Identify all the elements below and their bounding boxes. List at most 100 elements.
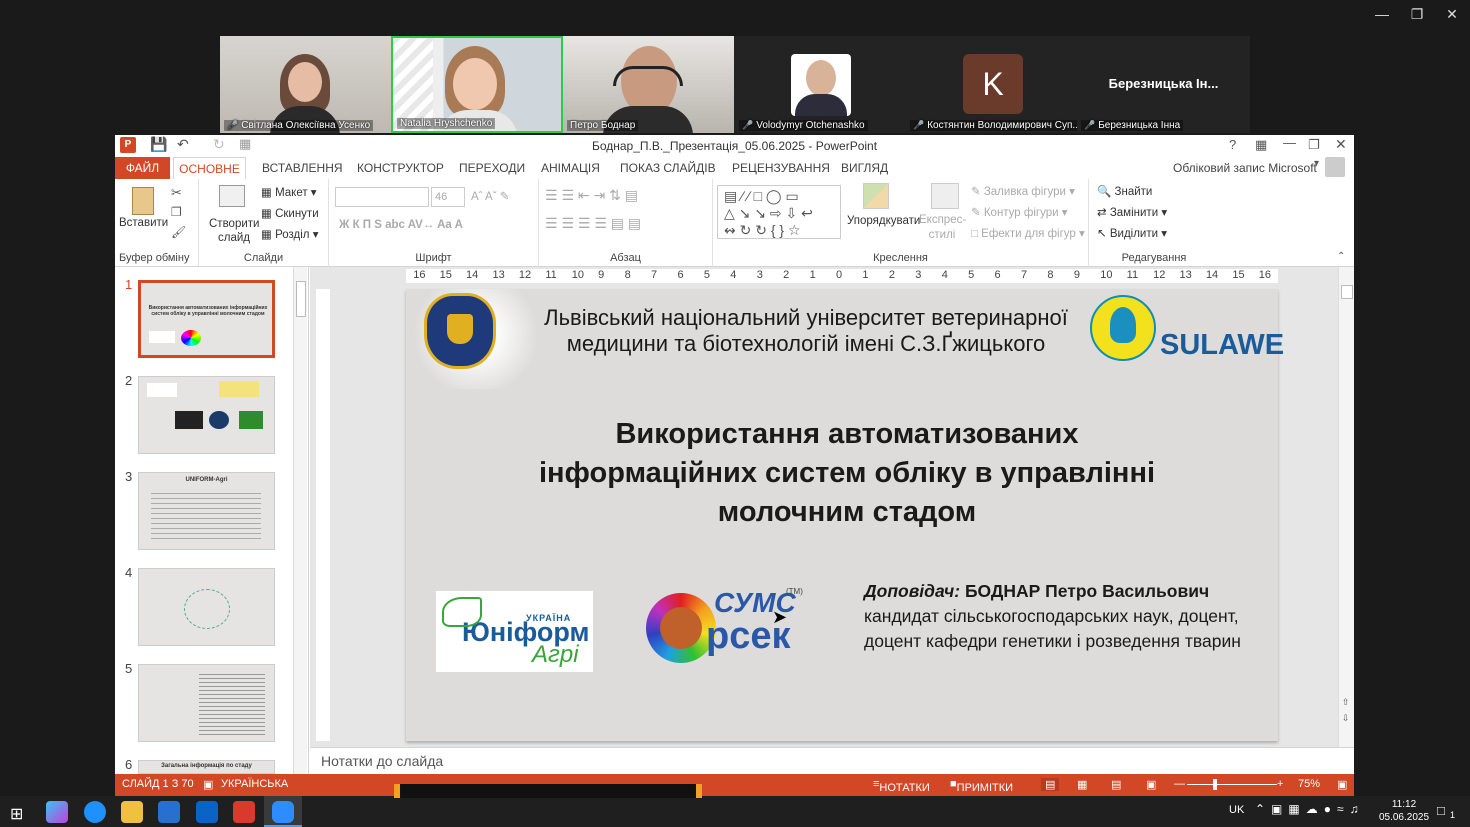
speaker-name: БОДНАР Петро Васильович (964, 581, 1210, 601)
align-buttons[interactable]: ☰ ☰ ☰ ☰ ▤ ▤ (545, 215, 641, 232)
slide-thumbnail[interactable] (138, 568, 275, 646)
thumb-scrollbar[interactable] (293, 267, 307, 774)
shape-fill-button[interactable]: ✎ Заливка фігури ▾ (971, 184, 1075, 198)
slide-thumbnail[interactable] (138, 376, 275, 454)
close-button[interactable]: ✕ (1434, 6, 1470, 23)
help-icon[interactable]: ? (1229, 137, 1236, 152)
zoom-in-icon[interactable]: + (1277, 778, 1283, 790)
notes-button[interactable]: ≡ НОТАТКИ (873, 778, 930, 794)
normal-view-icon[interactable]: ▤ (1041, 778, 1060, 791)
ruler-tick-label: 13 (492, 269, 505, 281)
spellcheck-icon[interactable]: ▣ (203, 778, 213, 791)
quick-styles-icon (931, 183, 959, 209)
ruler-tick-label: 8 (624, 269, 631, 281)
input-language[interactable]: UK (1229, 804, 1244, 816)
participant-tile[interactable]: 🎤 Світлана Олексіївна Усенко (220, 36, 391, 133)
windows-start-icon[interactable]: ⊞ (10, 804, 23, 824)
zoom-slider[interactable] (1187, 784, 1277, 785)
cut-icon[interactable]: ✂ (171, 185, 182, 201)
file-explorer-icon[interactable] (121, 801, 143, 823)
comments-button[interactable]: ■ ПРИМІТКИ (950, 778, 1013, 794)
slide-sorter-icon[interactable]: ▦ (1077, 778, 1087, 791)
user-avatar[interactable] (1325, 157, 1345, 177)
find-button[interactable]: 🔍 Знайти (1097, 184, 1152, 198)
slide-thumbnail-selected[interactable]: Використання автоматизованих інформаційн… (138, 280, 275, 358)
minimize-button[interactable]: — (1283, 135, 1296, 150)
collapse-ribbon-icon[interactable]: ⌃ (1337, 251, 1345, 262)
layout-button[interactable]: ▦ Макет ▾ (261, 185, 317, 199)
slide-thumbnail[interactable] (138, 664, 275, 742)
font-name-box[interactable] (335, 187, 429, 207)
next-slide-icon[interactable]: ⇩ (1342, 713, 1350, 724)
new-slide-button[interactable]: Створити слайд (209, 217, 259, 245)
restore-button[interactable]: ❐ (1308, 137, 1320, 153)
clock-time[interactable]: 11:12 (1382, 799, 1426, 810)
system-tray-icons[interactable]: ⌃▣▦☁●≈♫ (1255, 802, 1365, 816)
tab-home[interactable]: ОСНОВНЕ (173, 157, 246, 180)
participant-tile[interactable]: Березницька Ін... 🎤 Березницька Інна (1077, 36, 1250, 133)
section-button[interactable]: ▦ Розділ ▾ (261, 227, 318, 241)
participant-tile[interactable]: Петро Боднар (563, 36, 734, 133)
tab-review[interactable]: РЕЦЕНЗУВАННЯ (732, 161, 830, 175)
slide-canvas[interactable]: Львівський національний університет вете… (406, 289, 1284, 741)
language-status[interactable]: УКРАЇНСЬКА (221, 778, 288, 790)
tab-animations[interactable]: АНІМАЦІЯ (541, 161, 600, 175)
shapes-gallery[interactable]: ▤ ∕ ∕ □ ◯ ▭ △ ↘ ↘ ⇨ ⇩ ↩ ↭ ↻ ↻ { } ☆ (717, 185, 841, 239)
participant-tile[interactable]: K 🎤 Костянтин Володимирович Суп... (906, 36, 1077, 133)
font-size-box[interactable]: 46 (431, 187, 465, 207)
tab-insert[interactable]: ВСТАВЛЕННЯ (262, 161, 343, 175)
ruler-tick-label: 1 (862, 269, 869, 281)
zoom-taskbar-active[interactable] (264, 796, 302, 827)
shape-outline-button[interactable]: ✎ Контур фігури ▾ (971, 205, 1068, 219)
prev-slide-icon[interactable]: ⇧ (1342, 697, 1350, 708)
replace-button[interactable]: ⇄ Замінити ▾ (1097, 205, 1167, 219)
format-painter-icon[interactable]: 🖌 (171, 225, 186, 239)
tab-transitions[interactable]: ПЕРЕХОДИ (459, 161, 525, 175)
tab-slideshow[interactable]: ПОКАЗ СЛАЙДІВ (620, 161, 716, 175)
notes-pane[interactable]: Нотатки до слайда (310, 747, 1354, 774)
copilot-icon[interactable] (46, 801, 68, 823)
shape-effects-button[interactable]: □ Ефекти для фігур ▾ (971, 226, 1085, 240)
thumb-title: UNIFORM-Agri (185, 477, 228, 483)
font-format-buttons[interactable]: Ж К П S abc AV↔ Aa A (339, 219, 463, 231)
close-button[interactable]: ✕ (1335, 136, 1347, 153)
tab-view[interactable]: ВИГЛЯД (841, 161, 888, 175)
zoom-slider-thumb[interactable] (1213, 779, 1217, 790)
slideshow-icon[interactable]: ▣ (1146, 778, 1156, 791)
thumb-number: 6 (125, 757, 133, 772)
reading-view-icon[interactable]: ▤ (1111, 778, 1121, 791)
quick-styles-button[interactable]: Експрес-стилі (919, 213, 966, 243)
restore-button[interactable]: ❐ (1399, 6, 1435, 23)
select-button[interactable]: ↖ Виділити ▾ (1097, 226, 1167, 240)
slide-thumbnail[interactable]: UNIFORM-Agri (138, 472, 275, 550)
office-app-icon[interactable] (233, 801, 255, 823)
list-buttons[interactable]: ☰ ☰ ⇤ ⇥ ⇅ ▤ (545, 187, 638, 204)
participant-tile-active[interactable]: Natalia Hryshchenko (391, 36, 563, 133)
paste-button[interactable]: Вставити (119, 217, 168, 229)
account-name[interactable]: Обліковий запис Microsoft (1173, 161, 1317, 175)
fit-slide-icon[interactable]: ▣ (1337, 778, 1347, 791)
chevron-down-icon[interactable]: ▾ (1314, 158, 1319, 169)
mic-muted-icon: 🎤 (913, 120, 925, 130)
clock-date[interactable]: 05.06.2025 (1378, 812, 1430, 823)
reset-button[interactable]: ▦ Скинути (261, 206, 319, 220)
slide-thumbnail[interactable]: Загальна інформація по стаду (138, 760, 275, 774)
participant-tile[interactable]: 🎤 Volodymyr Otchenashko (735, 36, 906, 133)
tab-design[interactable]: КОНСТРУКТОР (357, 161, 444, 175)
zoom-out-icon[interactable]: — (1174, 778, 1185, 790)
store-icon[interactable] (158, 801, 180, 823)
minimize-button[interactable]: — (1364, 6, 1400, 22)
ribbon-tabs: ФАЙЛ ОСНОВНЕ ВСТАВЛЕННЯ КОНСТРУКТОР ПЕРЕ… (115, 157, 1354, 180)
zoom-level[interactable]: 75% (1298, 778, 1320, 790)
font-size-buttons[interactable]: Aˆ Aˇ ✎ (471, 189, 509, 203)
edge-browser-icon[interactable] (84, 801, 106, 823)
ribbon-display-icon[interactable]: ▦ (1255, 137, 1267, 153)
outlook-icon[interactable] (196, 801, 218, 823)
slide-scrollbar[interactable]: ⇧ ⇩ (1338, 267, 1354, 747)
copy-icon[interactable]: ❐ (171, 205, 182, 219)
tab-file[interactable]: ФАЙЛ (115, 157, 170, 179)
arrange-button[interactable]: Упорядкувати (847, 215, 920, 227)
ruler-tick-label: 6 (677, 269, 684, 281)
ruler-tick-label: 2 (888, 269, 895, 281)
notification-icon[interactable]: □ (1437, 803, 1445, 818)
